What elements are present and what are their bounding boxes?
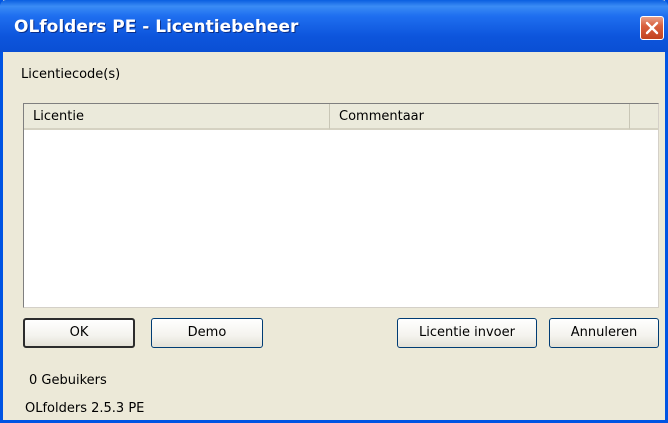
license-list-header: Licentie Commentaar: [24, 104, 658, 130]
ok-button[interactable]: OK: [23, 318, 135, 348]
column-header-licentie[interactable]: Licentie: [24, 104, 330, 130]
license-codes-label: Licentiecode(s): [21, 67, 121, 82]
title-bar[interactable]: OLfolders PE - Licentiebeheer: [0, 0, 668, 52]
license-dialog: OLfolders PE - Licentiebeheer Licentieco…: [0, 0, 668, 423]
license-input-button[interactable]: Licentie invoer: [397, 318, 537, 348]
close-button[interactable]: [640, 16, 664, 40]
column-header-filler: [630, 104, 658, 130]
user-count-label: 0 Gebuikers: [29, 373, 107, 388]
version-label: OLfolders 2.5.3 PE: [25, 401, 145, 416]
license-list[interactable]: Licentie Commentaar: [23, 103, 659, 308]
column-header-commentaar[interactable]: Commentaar: [330, 104, 630, 130]
demo-button[interactable]: Demo: [151, 318, 263, 348]
window-title: OLfolders PE - Licentiebeheer: [14, 17, 299, 37]
close-icon: [645, 21, 659, 35]
cancel-button[interactable]: Annuleren: [549, 318, 659, 348]
